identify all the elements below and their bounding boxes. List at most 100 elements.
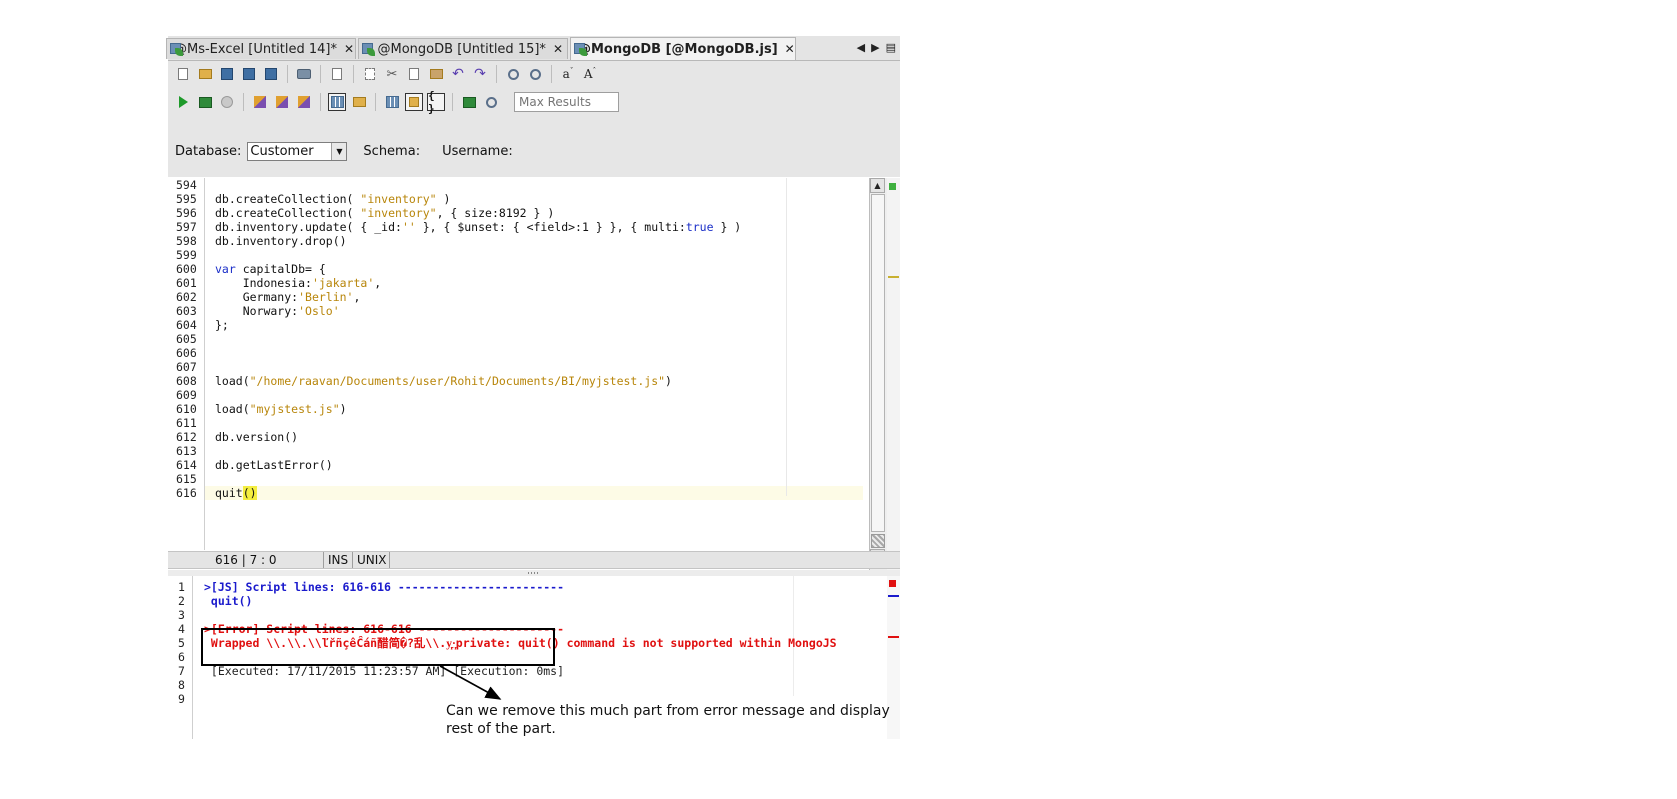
find-icon[interactable] <box>504 65 522 83</box>
cut-icon[interactable]: ✂ <box>383 65 401 83</box>
code-line[interactable]: db.inventory.drop() <box>215 234 347 248</box>
new-file-icon[interactable] <box>174 65 192 83</box>
import-file-icon[interactable] <box>328 65 346 83</box>
format-selection-icon[interactable] <box>273 93 291 111</box>
code-line[interactable]: var capitalDb= { <box>215 262 326 276</box>
execute-icon[interactable] <box>174 93 192 111</box>
preview-icon[interactable] <box>482 93 500 111</box>
tab-scroll-left-icon[interactable]: ◀ <box>857 41 865 54</box>
overview-ruler <box>887 178 900 574</box>
code-line[interactable]: quit() <box>215 486 257 500</box>
username-label: Username: <box>442 144 513 159</box>
current-line-highlight <box>205 486 863 500</box>
save-all-icon[interactable] <box>262 65 280 83</box>
code-line[interactable]: }; <box>215 318 229 332</box>
line-number: 610 <box>176 402 197 416</box>
tree-view-icon[interactable] <box>405 93 423 111</box>
paste-icon[interactable] <box>427 65 445 83</box>
format-icon[interactable] <box>251 93 269 111</box>
output-line-number: 3 <box>178 608 185 622</box>
print-margin <box>786 178 787 496</box>
toolbar-separator <box>353 65 354 83</box>
export-icon[interactable] <box>460 93 478 111</box>
redo-icon[interactable]: ↷ <box>471 65 489 83</box>
editor-toolbar: ✂ ↶ ↷ aˇ Aˆ { } Max Results Database: Cu… <box>168 61 900 177</box>
decrease-font-icon[interactable]: aˇ <box>559 65 577 83</box>
line-number: 604 <box>176 318 197 332</box>
code-line[interactable]: Germany:'Berlin', <box>215 290 361 304</box>
toolbar-separator <box>320 65 321 83</box>
json-view-icon[interactable]: { } <box>427 89 445 115</box>
close-icon[interactable]: ✕ <box>785 42 795 56</box>
database-select[interactable]: Customer ▼ <box>247 142 348 161</box>
code-line[interactable]: Norwary:'Oslo' <box>215 304 340 318</box>
format-all-icon[interactable] <box>295 93 313 111</box>
find-replace-icon[interactable] <box>526 65 544 83</box>
tab-label: @MongoDB [@MongoDB.js] <box>578 41 778 57</box>
annotation-line-1: Can we remove this much part from error … <box>446 703 890 719</box>
line-number: 616 <box>176 486 197 500</box>
error-marker <box>888 636 899 638</box>
execute-current-icon[interactable] <box>196 93 214 111</box>
tab-ms-excel-untitled-14[interactable]: @Ms-Excel [Untitled 14]* ✕ <box>166 38 356 59</box>
stop-icon[interactable] <box>218 93 236 111</box>
code-line[interactable]: db.version() <box>215 430 298 444</box>
code-line[interactable]: Indonesia:'jakarta', <box>215 276 382 290</box>
tab-mongodb-script[interactable]: @MongoDB [@MongoDB.js] ✕ <box>570 37 796 60</box>
max-results-input[interactable] <box>514 92 619 112</box>
results-text-icon[interactable] <box>350 93 368 111</box>
toolbar-separator <box>243 93 244 111</box>
line-number: 601 <box>176 276 197 290</box>
code-editor[interactable]: 594 595 596 597 598 599 600 601 602 603 604 605 606 6… <box>168 178 900 586</box>
code-line[interactable]: db.inventory.update( { _id:'' }, { $unse… <box>215 220 741 234</box>
code-line[interactable]: db.createCollection( "inventory" ) <box>215 192 450 206</box>
increase-font-icon[interactable]: Aˆ <box>581 65 599 83</box>
output-line: >[JS] Script lines: 616-616 ------------… <box>204 580 565 594</box>
scroll-up-icon[interactable]: ▲ <box>870 178 885 193</box>
tab-list-icon[interactable]: ▤ <box>886 41 896 54</box>
line-number: 602 <box>176 290 197 304</box>
tab-mongodb-untitled-15[interactable]: @MongoDB [Untitled 15]* ✕ <box>358 38 568 59</box>
cursor-position: 616 | 7 : 0 <box>212 552 324 568</box>
error-marker <box>889 580 896 587</box>
warning-marker <box>888 276 899 278</box>
scrollbar-thumb[interactable] <box>871 194 885 532</box>
resize-grip-icon[interactable] <box>871 534 885 548</box>
code-line[interactable]: db.getLastError() <box>215 458 333 472</box>
chevron-down-icon[interactable]: ▼ <box>331 143 347 160</box>
select-all-icon[interactable] <box>361 65 379 83</box>
code-line[interactable]: load("myjstest.js") <box>215 402 347 416</box>
tab-label: @Ms-Excel [Untitled 14]* <box>174 41 337 57</box>
output-line-number: 4 <box>178 622 185 636</box>
database-label: Database: <box>175 144 242 159</box>
output-line-number: 5 <box>178 636 185 650</box>
print-icon[interactable] <box>295 65 313 83</box>
table-view-icon[interactable] <box>383 93 401 111</box>
output-line-number: 1 <box>178 580 185 594</box>
insert-mode: INS <box>325 552 353 568</box>
undo-icon[interactable]: ↶ <box>449 65 467 83</box>
copy-icon[interactable] <box>405 65 423 83</box>
schema-label: Schema: <box>363 144 421 159</box>
close-icon[interactable]: ✕ <box>553 42 563 56</box>
line-number: 609 <box>176 388 197 402</box>
tab-bar: @Ms-Excel [Untitled 14]* ✕ @MongoDB [Unt… <box>166 36 900 61</box>
toolbar-row-1: ✂ ↶ ↷ aˇ Aˆ <box>174 65 599 83</box>
code-line[interactable]: load("/home/raavan/Documents/user/Rohit/… <box>215 374 672 388</box>
save-as-icon[interactable] <box>240 65 258 83</box>
output-line: quit() <box>204 594 253 608</box>
tab-scroll-right-icon[interactable]: ▶ <box>871 41 879 54</box>
line-number: 594 <box>176 178 197 192</box>
toolbar-separator <box>551 65 552 83</box>
close-icon[interactable]: ✕ <box>344 42 354 56</box>
line-number: 605 <box>176 332 197 346</box>
open-folder-icon[interactable] <box>196 65 214 83</box>
annotation-note: Can we remove this much part from error … <box>446 702 966 738</box>
code-line[interactable]: db.createCollection( "inventory", { size… <box>215 206 554 220</box>
results-grid-toggle-icon[interactable] <box>328 93 346 111</box>
line-number: 595 <box>176 192 197 206</box>
save-icon[interactable] <box>218 65 236 83</box>
vertical-scrollbar[interactable]: ▲ ▼ <box>869 178 887 574</box>
output-line: [Executed: 17/11/2015 11:23:57 AM] [Exec… <box>204 664 565 678</box>
toolbar-separator <box>287 65 288 83</box>
